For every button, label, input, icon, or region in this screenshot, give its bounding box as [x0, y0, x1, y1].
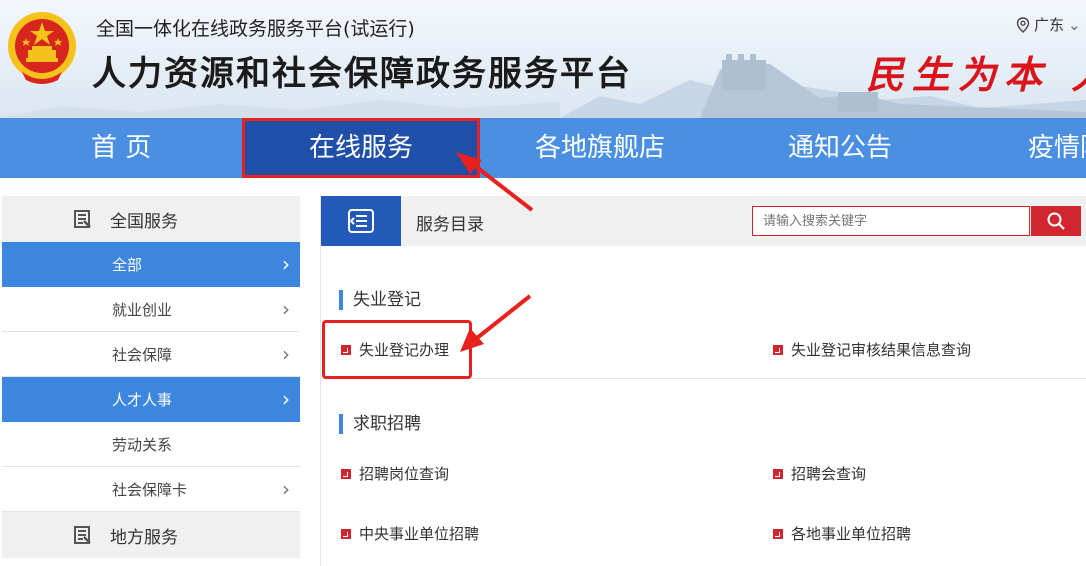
sidebar-item-label: 社会保障卡: [112, 480, 188, 499]
section-job-recruitment: 求职招聘: [339, 414, 421, 434]
link-label: 招聘会查询: [791, 465, 867, 483]
link-central-institution-recruitment[interactable]: 中央事业单位招聘: [341, 523, 479, 544]
link-job-vacancy-query[interactable]: 招聘岗位查询: [341, 463, 449, 484]
search-input[interactable]: [753, 207, 1031, 235]
arrow-bullet-icon: [341, 468, 351, 479]
chevron-right-icon: ›: [282, 342, 290, 366]
main-nav: 首 页 在线服务 各地旗舰店 通知公告 疫情防: [0, 118, 1086, 178]
sidebar-item-label: 社会保障: [112, 345, 173, 364]
national-emblem-icon: [8, 12, 76, 84]
slogan-calligraphy: 民生为本 人: [866, 52, 1086, 97]
platform-title: 人力资源和社会保障政务服务平台: [92, 54, 632, 94]
nav-online-services[interactable]: 在线服务: [242, 118, 480, 178]
search-icon: [1047, 212, 1065, 230]
annotation-highlight-box: [322, 320, 472, 379]
nav-notices[interactable]: 通知公告: [788, 118, 892, 178]
nav-home[interactable]: 首 页: [91, 118, 151, 178]
sidebar-item-label: 人才人事: [112, 390, 173, 409]
chevron-right-icon: ›: [282, 297, 290, 321]
sidebar-item-all[interactable]: 全部 ›: [2, 242, 300, 287]
arrow-bullet-icon: [773, 468, 783, 479]
catalog-header: 服务目录: [321, 196, 1086, 246]
link-job-fair-query[interactable]: 招聘会查询: [773, 463, 866, 484]
sidebar-item-employment[interactable]: 就业创业 ›: [2, 287, 300, 332]
site-header: 全国一体化在线政务服务平台(试运行) 人力资源和社会保障政务服务平台 民生为本 …: [0, 0, 1086, 118]
search-box: [752, 206, 1031, 236]
link-local-institution-recruitment[interactable]: 各地事业单位招聘: [773, 523, 911, 544]
sidebar-item-label: 就业创业: [112, 300, 173, 319]
sidebar-item-label: 全部: [112, 255, 143, 274]
arrow-bullet-icon: [773, 528, 783, 539]
arrow-bullet-icon: [773, 344, 783, 355]
chevron-right-icon: ›: [282, 387, 290, 411]
service-icon: [74, 210, 91, 228]
sidebar: 全国服务 全部 › 就业创业 › 社会保障 › 人才人事 › 劳动关系 社会保障…: [2, 196, 300, 558]
sidebar-local-label: 地方服务: [110, 527, 178, 548]
sidebar-item-labor-relations[interactable]: 劳动关系: [2, 422, 300, 467]
service-catalog-panel: 服务目录 失业登记 失业登记办理 失业登记审核结果信息查询 求职招聘 招聘岗位查…: [320, 196, 1086, 566]
chevron-right-icon: ›: [282, 252, 290, 276]
location-label: 广东: [1034, 16, 1065, 34]
chevron-right-icon: ›: [282, 477, 290, 501]
link-label: 招聘岗位查询: [359, 465, 450, 483]
arrow-bullet-icon: [341, 528, 351, 539]
sidebar-national-label: 全国服务: [110, 211, 178, 232]
sidebar-item-social-security-card[interactable]: 社会保障卡 ›: [2, 467, 300, 512]
sidebar-item-label: 劳动关系: [112, 435, 173, 454]
link-label: 各地事业单位招聘: [791, 525, 912, 543]
sidebar-local-services[interactable]: 地方服务: [2, 512, 300, 558]
search-button[interactable]: [1031, 206, 1081, 236]
catalog-list-icon: [348, 209, 374, 233]
sidebar-national-services[interactable]: 全国服务: [2, 196, 300, 242]
link-unemployment-review-query[interactable]: 失业登记审核结果信息查询: [773, 339, 971, 360]
location-selector[interactable]: 广东 ⌄: [1016, 14, 1081, 35]
sidebar-item-social-security[interactable]: 社会保障 ›: [2, 332, 300, 377]
catalog-icon-box: [321, 196, 401, 246]
section-unemployment-registration: 失业登记: [339, 290, 421, 310]
service-icon: [74, 526, 91, 544]
link-label: 中央事业单位招聘: [359, 525, 480, 543]
link-label: 失业登记审核结果信息查询: [791, 341, 972, 359]
nav-epidemic[interactable]: 疫情防: [1028, 118, 1086, 178]
catalog-title: 服务目录: [416, 215, 484, 235]
chevron-down-icon: ⌄: [1068, 15, 1081, 34]
location-pin-icon: [1016, 16, 1030, 33]
nav-local-flagship-stores[interactable]: 各地旗舰店: [535, 118, 665, 178]
sidebar-item-talent-personnel[interactable]: 人才人事 ›: [2, 377, 300, 422]
platform-subtitle: 全国一体化在线政务服务平台(试运行): [96, 18, 415, 40]
